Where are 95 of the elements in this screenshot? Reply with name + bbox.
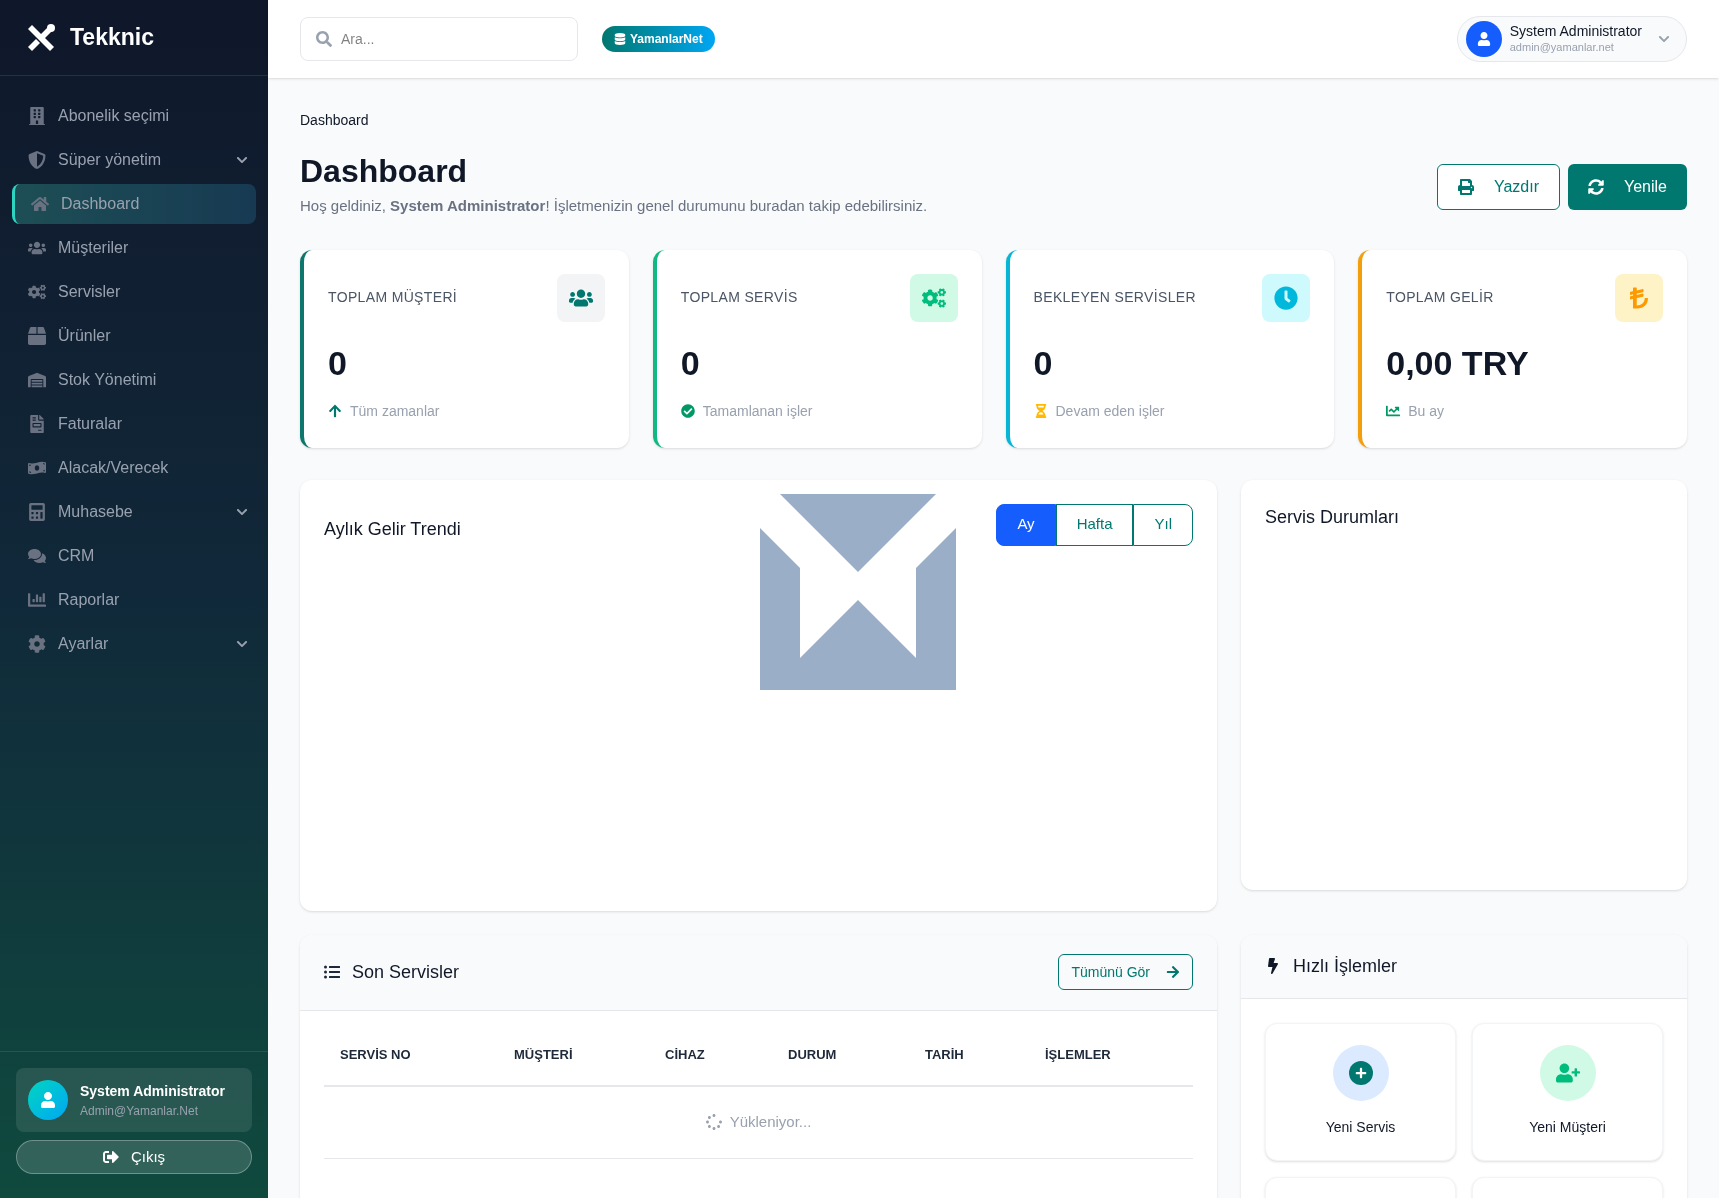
quick-action-button[interactable]: Yeni Müşteri bbox=[1472, 1022, 1663, 1161]
sidebar-item[interactable]: Müşteriler bbox=[12, 228, 256, 268]
arrow-up-icon bbox=[328, 404, 342, 418]
logout-icon bbox=[102, 1149, 119, 1165]
search-icon bbox=[316, 31, 332, 47]
brand-name: Tekknic bbox=[70, 23, 154, 53]
invoice-icon bbox=[28, 415, 46, 433]
home-icon bbox=[31, 195, 49, 213]
user-email: admin@yamanlar.net bbox=[1509, 40, 1615, 55]
database-icon bbox=[614, 33, 626, 45]
stat-value: 0 bbox=[680, 342, 701, 384]
column-header: CİHAZ bbox=[665, 1046, 706, 1064]
chart-icon bbox=[28, 591, 46, 609]
hourglass-icon bbox=[1033, 404, 1048, 418]
stat-note: Tamamlanan işler bbox=[702, 401, 813, 421]
stat-label: TOPLAM SERVİS bbox=[680, 288, 798, 307]
lightning-icon bbox=[1265, 958, 1281, 974]
sidebar-item[interactable]: Ürünler bbox=[12, 316, 256, 356]
spinner-icon bbox=[705, 1114, 722, 1130]
stat-value: 0,00 TRY bbox=[1386, 342, 1530, 384]
shield-icon bbox=[28, 151, 46, 169]
gears-icon bbox=[909, 273, 958, 322]
users-icon bbox=[28, 239, 46, 257]
user-email: Admin@Yamanlar.Net bbox=[80, 1102, 199, 1120]
loading-text: Yükleniyor... bbox=[729, 1111, 812, 1132]
lira-icon bbox=[1615, 273, 1663, 322]
card-title: Hızlı İşlemler bbox=[1293, 954, 1397, 978]
gears-icon bbox=[28, 283, 46, 301]
chat-icon bbox=[28, 547, 46, 565]
stat-label: TOPLAM GELİR bbox=[1386, 288, 1494, 307]
stat-value: 0 bbox=[1033, 342, 1054, 384]
user-name: System Administrator bbox=[80, 1081, 225, 1101]
column-header: TARİH bbox=[925, 1046, 965, 1064]
refresh-icon bbox=[1588, 178, 1604, 195]
stat-note: Tüm zamanlar bbox=[350, 401, 440, 421]
quick-action-button[interactable]: Yeni Servis bbox=[1265, 1022, 1456, 1161]
chevron-down-icon bbox=[236, 506, 248, 518]
building-icon bbox=[28, 107, 46, 125]
calculator-icon bbox=[28, 503, 46, 521]
sidebar-item[interactable]: CRM bbox=[12, 536, 256, 576]
sidebar-item[interactable]: Alacak/Verecek bbox=[12, 448, 256, 488]
arrow-right-icon bbox=[1166, 965, 1180, 979]
user-menu[interactable]: System Administrator admin@yamanlar.net bbox=[1456, 16, 1687, 62]
sidebar-item[interactable]: Dashboard bbox=[12, 184, 256, 224]
line-chart-icon bbox=[1386, 404, 1401, 418]
column-header: İŞLEMLER bbox=[1045, 1046, 1112, 1064]
stat-label: TOPLAM MÜŞTERİ bbox=[328, 288, 458, 307]
period-tab[interactable]: Yıl bbox=[1133, 503, 1193, 546]
stat-note: Bu ay bbox=[1408, 401, 1445, 421]
breadcrumb: Dashboard bbox=[300, 111, 370, 130]
stat-value: 0 bbox=[328, 342, 348, 384]
sidebar-item[interactable]: Faturalar bbox=[12, 404, 256, 444]
period-tab[interactable]: Ay bbox=[996, 503, 1056, 546]
avatar-icon bbox=[1465, 21, 1502, 57]
sidebar-item[interactable]: Raporlar bbox=[12, 580, 256, 620]
chevron-down-icon bbox=[236, 154, 248, 166]
search-field[interactable]: Ara... bbox=[300, 17, 578, 61]
sidebar-item[interactable]: Muhasebe bbox=[12, 492, 256, 532]
view-all-button[interactable]: Tümünü Gör bbox=[1058, 954, 1193, 990]
user-name: System Administrator bbox=[1509, 23, 1642, 41]
box-icon bbox=[28, 327, 46, 345]
welcome-text: Hoş geldiniz, System Administrator! İşletmenizin genel durumunu buradan takip edebilirsiniz. bbox=[300, 196, 928, 216]
refresh-button[interactable]: Yenile bbox=[1568, 163, 1687, 210]
sidebar-item[interactable]: Süper yönetim bbox=[12, 140, 256, 180]
card-title: Servis Durumları bbox=[1265, 506, 1400, 527]
chevron-down-icon bbox=[1658, 33, 1670, 45]
users-icon bbox=[556, 273, 605, 322]
card-title: Aylık Gelir Trendi bbox=[324, 517, 461, 541]
sidebar-item[interactable]: Stok Yönetimi bbox=[12, 360, 256, 400]
column-header: DURUM bbox=[788, 1046, 838, 1064]
column-header: SERVİS NO bbox=[340, 1046, 412, 1064]
money-icon bbox=[28, 459, 46, 477]
stat-label: BEKLEYEN SERVİSLER bbox=[1033, 288, 1196, 307]
user-plus-icon bbox=[1555, 1061, 1580, 1085]
period-tab[interactable]: Hafta bbox=[1055, 503, 1134, 546]
settings-icon bbox=[28, 635, 46, 653]
logout-button[interactable]: Çıkış bbox=[16, 1140, 252, 1174]
page-title: Dashboard bbox=[300, 152, 469, 191]
sidebar-item[interactable]: Servisler bbox=[12, 272, 256, 312]
stat-note: Devam eden işler bbox=[1055, 401, 1165, 421]
printer-icon bbox=[1457, 178, 1474, 195]
check-icon bbox=[680, 404, 695, 418]
plus-icon bbox=[1348, 1061, 1373, 1085]
broken-image-icon bbox=[760, 493, 956, 690]
tenant-badge: YamanlarNet bbox=[602, 26, 715, 52]
column-header: MÜŞTERİ bbox=[514, 1046, 574, 1064]
card-title: Son Servisler bbox=[352, 960, 460, 984]
avatar-icon bbox=[28, 1080, 68, 1120]
sidebar-item[interactable]: Abonelik seçimi bbox=[12, 96, 256, 136]
chevron-down-icon bbox=[236, 638, 248, 650]
list-icon bbox=[324, 964, 340, 980]
warehouse-icon bbox=[28, 371, 46, 389]
sidebar-item[interactable]: Ayarlar bbox=[12, 624, 256, 664]
clock-icon bbox=[1262, 273, 1311, 322]
print-button[interactable]: Yazdır bbox=[1436, 163, 1560, 210]
